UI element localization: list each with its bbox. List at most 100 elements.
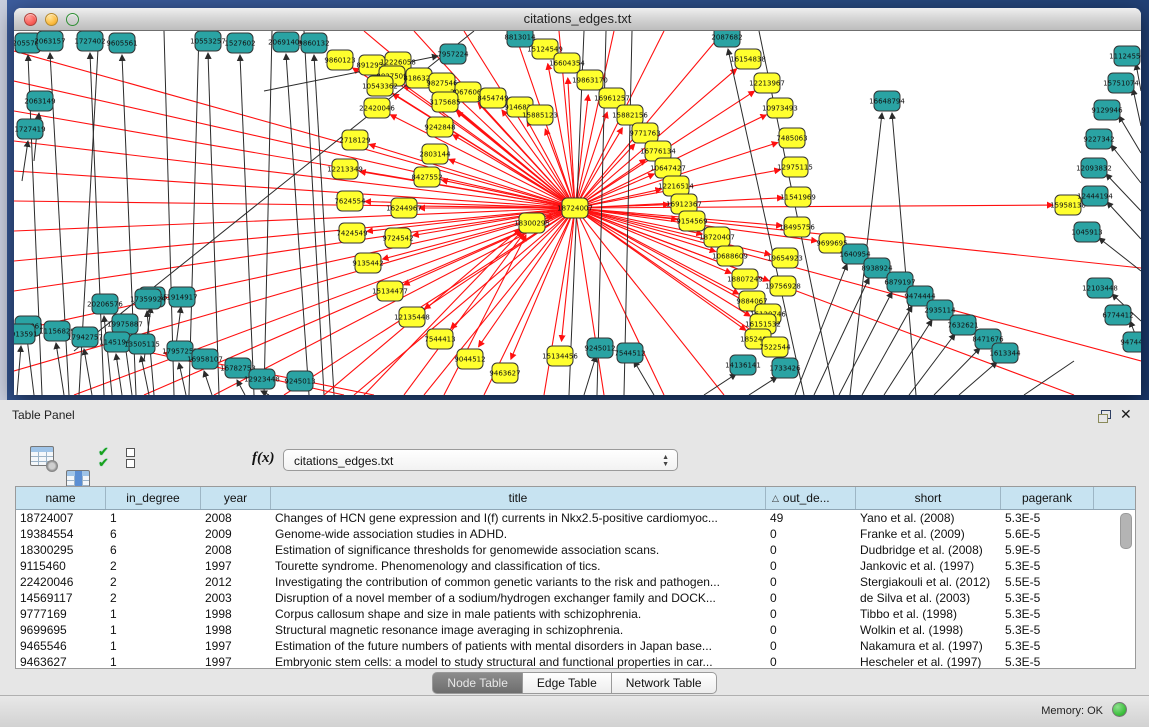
table-cell[interactable]: 5.3E-5	[1001, 654, 1094, 669]
graph-node[interactable]: 12213349	[327, 159, 363, 179]
graph-node[interactable]: 12213967	[749, 73, 785, 93]
table-cell[interactable]: de Silva et al. (2003)	[856, 590, 1001, 606]
table-cell[interactable]: Investigating the contribution of common…	[271, 574, 766, 590]
table-cell[interactable]: Estimation of significance thresholds fo…	[271, 542, 766, 558]
table-row[interactable]: 969969511998Structural magnetic resonanc…	[16, 622, 1135, 638]
graph-node[interactable]: 12103448	[1082, 278, 1118, 298]
graph-node[interactable]: 9463627	[489, 363, 520, 383]
graph-node[interactable]: 15751074	[1103, 73, 1139, 93]
column-header-name[interactable]: name	[16, 487, 106, 509]
table-cell[interactable]: 5.5E-5	[1001, 574, 1094, 590]
network-canvas[interactable]: 9860123891295412226058982750910543362818…	[14, 31, 1141, 395]
table-cell[interactable]: 0	[766, 526, 856, 542]
graph-node[interactable]: 10973493	[762, 98, 798, 118]
graph-node[interactable]: 1613344	[989, 343, 1021, 363]
graph-node[interactable]: 9227342	[1083, 129, 1114, 149]
table-cell[interactable]: Franke et al. (2009)	[856, 526, 1001, 542]
graph-node[interactable]: 17942757	[67, 327, 103, 347]
table-cell[interactable]: Jankovic et al. (1997)	[856, 558, 1001, 574]
graph-node[interactable]: 19654923	[767, 248, 803, 268]
graph-node[interactable]: 20206576	[87, 294, 123, 314]
table-cell[interactable]: 1997	[201, 558, 271, 574]
table-cell[interactable]: 1997	[201, 654, 271, 669]
table-row[interactable]: 946554611997Estimation of the future num…	[16, 638, 1135, 654]
graph-node[interactable]: 19863170	[572, 70, 608, 90]
graph-node[interactable]: 9154569	[676, 211, 707, 231]
table-cell[interactable]: 2009	[201, 526, 271, 542]
graph-node[interactable]: 10688609	[712, 246, 748, 266]
table-cell[interactable]: 9699695	[16, 622, 106, 638]
table-cell[interactable]: 5.3E-5	[1001, 638, 1094, 654]
table-cell[interactable]: 9463627	[16, 654, 106, 669]
column-header-pagerank[interactable]: pagerank	[1001, 487, 1094, 509]
graph-node[interactable]: 1045913	[1071, 222, 1102, 242]
table-cell[interactable]: 5.3E-5	[1001, 558, 1094, 574]
graph-node[interactable]: 9129946	[1091, 100, 1123, 120]
graph-node[interactable]: 1914917	[166, 287, 197, 307]
table-cell[interactable]: Genome-wide association studies in ADHD.	[271, 526, 766, 542]
graph-node[interactable]: 18720407	[699, 227, 735, 247]
graph-hub-node[interactable]: 18724007	[557, 198, 593, 218]
tab-node-table[interactable]: Node Table	[432, 672, 523, 694]
graph-node[interactable]: 10647427	[650, 158, 686, 178]
graph-node[interactable]: 7624554	[334, 191, 366, 211]
table-cell[interactable]: 2	[106, 574, 201, 590]
table-cell[interactable]: 0	[766, 590, 856, 606]
graph-node[interactable]: 15134477	[372, 281, 408, 301]
column-header-year[interactable]: year	[201, 487, 271, 509]
table-cell[interactable]: 0	[766, 606, 856, 622]
graph-node[interactable]: 18300295	[514, 213, 550, 233]
column-header-short[interactable]: short	[856, 487, 1001, 509]
graph-node[interactable]: 9724542	[382, 228, 413, 248]
table-row[interactable]: 1456911722003Disruption of a novel membe…	[16, 590, 1135, 606]
graph-node[interactable]: 12975115	[777, 157, 813, 177]
table-cell[interactable]: 0	[766, 558, 856, 574]
graph-node[interactable]: 9860123	[324, 50, 355, 70]
table-row[interactable]: 1830029562008Estimation of significance …	[16, 542, 1135, 558]
table-cell[interactable]: Nakamura et al. (1997)	[856, 638, 1001, 654]
table-cell[interactable]: 19384554	[16, 526, 106, 542]
graph-node[interactable]: 10553257	[190, 31, 226, 51]
graph-node[interactable]: 7424549	[336, 223, 367, 243]
graph-node[interactable]: 2718129	[339, 130, 370, 150]
network-view-window[interactable]: citations_edges.txt 98601238912954122260…	[14, 8, 1141, 394]
graph-node[interactable]: 1727402	[74, 31, 105, 51]
column-header-title[interactable]: title	[271, 487, 766, 509]
table-cell[interactable]: Tourette syndrome. Phenomenology and cla…	[271, 558, 766, 574]
graph-node[interactable]: 10543362	[362, 76, 398, 96]
graph-node[interactable]: 9044512	[454, 349, 485, 369]
table-cell[interactable]: 5.3E-5	[1001, 606, 1094, 622]
tab-network-table[interactable]: Network Table	[612, 672, 717, 694]
table-cell[interactable]: 5.3E-5	[1001, 590, 1094, 606]
graph-node[interactable]: 9245013	[284, 371, 315, 391]
table-cell[interactable]: 18300295	[16, 542, 106, 558]
float-panel-icon[interactable]	[1098, 410, 1111, 422]
graph-node[interactable]: 7632621	[947, 315, 978, 335]
table-cell[interactable]: Corpus callosum shape and size in male p…	[271, 606, 766, 622]
graph-node[interactable]: 18495756	[779, 217, 815, 237]
graph-node[interactable]: 16154838	[730, 49, 766, 69]
graph-node[interactable]: 2087682	[711, 31, 742, 47]
graph-node[interactable]: 6774412	[1102, 305, 1133, 325]
graph-node[interactable]: 9474412	[1120, 332, 1141, 352]
table-cell[interactable]: 5.6E-5	[1001, 526, 1094, 542]
graph-node[interactable]: 1527602	[224, 33, 255, 53]
table-cell[interactable]: 1	[106, 654, 201, 669]
table-cell[interactable]: 1	[106, 622, 201, 638]
vertical-scrollbar[interactable]	[1120, 511, 1132, 661]
table-cell[interactable]: Disruption of a novel member of a sodium…	[271, 590, 766, 606]
table-cell[interactable]: Wolkin et al. (1998)	[856, 622, 1001, 638]
table-cell[interactable]: 5.3E-5	[1001, 510, 1094, 526]
table-row[interactable]: 2242004622012Investigating the contribut…	[16, 574, 1135, 590]
table-cell[interactable]: 18724007	[16, 510, 106, 526]
table-row[interactable]: 911546021997Tourette syndrome. Phenomeno…	[16, 558, 1135, 574]
table-cell[interactable]: 9115460	[16, 558, 106, 574]
graph-node[interactable]: 16958107	[187, 349, 223, 369]
graph-node[interactable]: 19975887	[107, 314, 143, 334]
table-cell[interactable]: 1	[106, 510, 201, 526]
table-cell[interactable]: Yano et al. (2008)	[856, 510, 1001, 526]
graph-node[interactable]: 1727419	[14, 119, 45, 139]
graph-node[interactable]: 11541969	[780, 187, 816, 207]
table-cell[interactable]: 5.9E-5	[1001, 542, 1094, 558]
table-cell[interactable]: 2	[106, 590, 201, 606]
